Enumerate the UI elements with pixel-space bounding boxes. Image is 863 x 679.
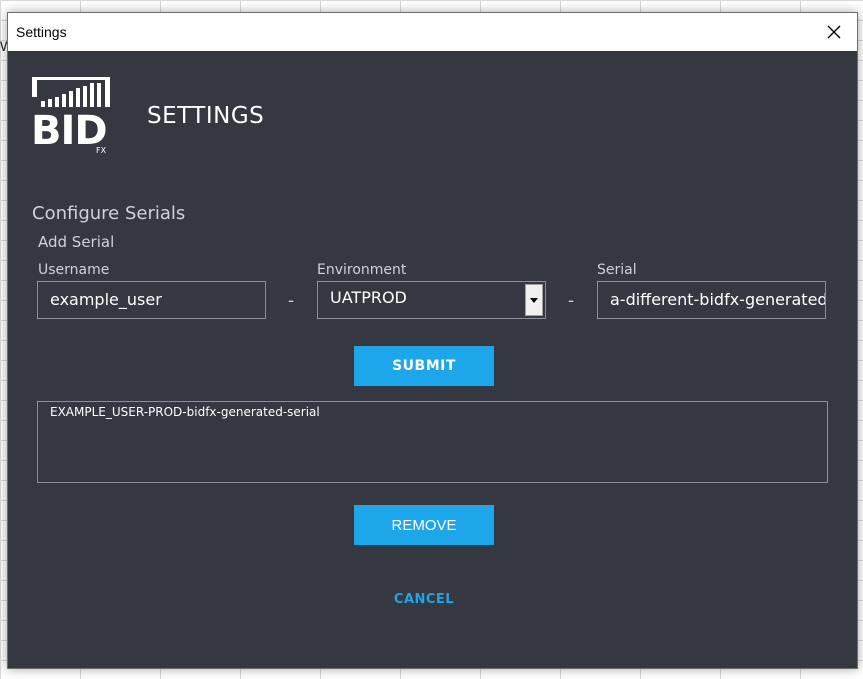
separator-dash: - xyxy=(568,291,575,311)
title-bar: Settings xyxy=(8,13,857,51)
configure-serials-heading: Configure Serials xyxy=(32,203,186,224)
close-button[interactable] xyxy=(811,13,857,51)
close-icon[interactable] xyxy=(827,25,841,39)
username-input[interactable]: example_user xyxy=(37,281,266,319)
logo-subtext: FX xyxy=(96,146,107,153)
window-title: Settings xyxy=(16,24,67,40)
list-item[interactable]: EXAMPLE_USER-PROD-bidfx-generated-serial xyxy=(50,405,320,419)
serial-label: Serial xyxy=(597,262,637,278)
add-serial-heading: Add Serial xyxy=(38,233,115,251)
environment-selected-value: UATPROD xyxy=(330,288,407,307)
submit-button[interactable]: SUBMIT xyxy=(354,346,494,386)
environment-select[interactable]: UATPROD xyxy=(317,281,546,319)
separator-dash: - xyxy=(288,291,295,311)
remove-button[interactable]: REMOVE xyxy=(354,505,494,545)
dropdown-button[interactable] xyxy=(525,284,543,316)
environment-label: Environment xyxy=(317,262,407,278)
chevron-down-icon xyxy=(530,297,538,303)
serials-list[interactable]: EXAMPLE_USER-PROD-bidfx-generated-serial xyxy=(37,401,828,483)
bidfx-logo: BID FX xyxy=(32,77,110,153)
page-title: SETTINGS xyxy=(147,103,265,129)
serial-input[interactable]: a-different-bidfx-generated-serial xyxy=(597,281,826,319)
username-label: Username xyxy=(38,262,110,278)
settings-dialog: Settings BID FX SETTINGS Configure Seria… xyxy=(7,12,858,669)
cancel-button[interactable]: CANCEL xyxy=(354,588,494,610)
